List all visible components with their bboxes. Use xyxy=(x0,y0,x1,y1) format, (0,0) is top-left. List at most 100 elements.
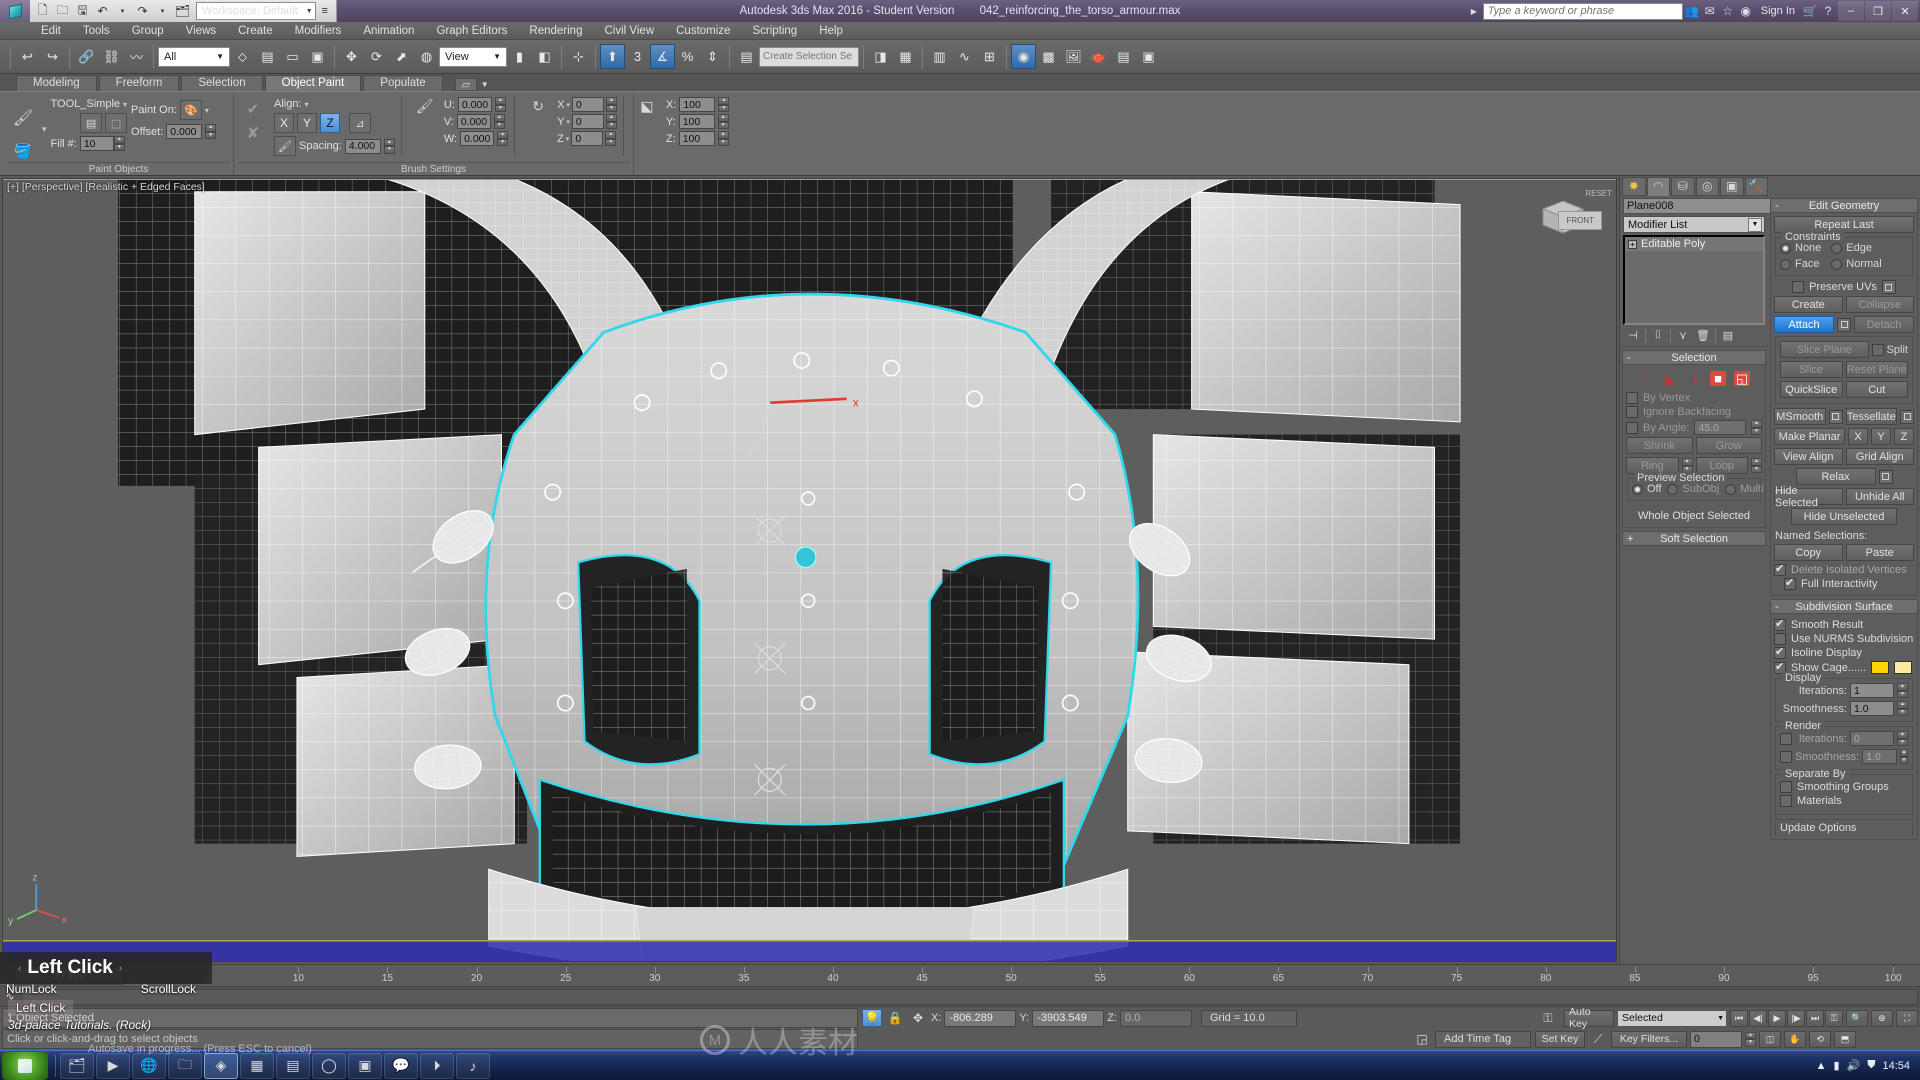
scatter-w-spinner[interactable]: ▲ ▼ xyxy=(497,131,509,146)
view-cube-front-face[interactable]: FRONT xyxy=(1558,211,1602,230)
constraint-none-radio-row[interactable]: None xyxy=(1780,242,1821,254)
isoline-display-checkbox[interactable] xyxy=(1774,645,1786,659)
communication-center-icon[interactable]: ✉ xyxy=(1701,2,1719,20)
percent-snap-toggle-button[interactable]: % xyxy=(675,44,700,69)
remove-modifier-icon[interactable]: 🗑 xyxy=(1693,327,1713,344)
by-angle-row[interactable]: By Angle: 45.0 ▲ ▼ xyxy=(1626,420,1762,435)
application-menu-button[interactable] xyxy=(0,0,30,22)
preview-multi-radio[interactable] xyxy=(1725,483,1737,495)
key-filters-button[interactable]: Key Filters... xyxy=(1611,1030,1687,1048)
menu-item-views[interactable]: Views xyxy=(175,22,227,40)
bind-to-space-warp-button[interactable]: 〰 xyxy=(124,44,149,69)
attach-button[interactable]: Attach xyxy=(1774,316,1834,333)
materials-checkbox[interactable] xyxy=(1780,795,1792,807)
scale-z-spinner[interactable]: ▲ ▼ xyxy=(717,131,729,146)
smooth-result-row[interactable]: Smooth Result xyxy=(1774,617,1914,631)
cut-button[interactable]: Cut xyxy=(1845,381,1908,398)
by-angle-spinner[interactable]: ▲ ▼ xyxy=(1751,420,1762,435)
make-planar-y-button[interactable]: Y xyxy=(1871,428,1891,445)
fill-count-stepper[interactable]: 10 ▲ ▼ xyxy=(79,136,125,151)
pan-view-nav-button[interactable]: ✋ xyxy=(1784,1030,1806,1048)
ring-spinner[interactable]: ▲ ▼ xyxy=(1681,458,1693,473)
curve-editor-button[interactable]: ∿ xyxy=(952,44,977,69)
render-iterations-spinner[interactable]: ▲ ▼ xyxy=(1897,731,1908,746)
render-iterations-checkbox[interactable] xyxy=(1780,732,1792,745)
angle-snap-toggle-button[interactable]: ∡ xyxy=(650,44,675,69)
taskbar-player-icon[interactable]: ⏵ xyxy=(420,1052,454,1079)
menu-item-scripting[interactable]: Scripting xyxy=(741,22,808,40)
project-folder-icon[interactable]: 🗂 xyxy=(173,2,192,20)
msmooth-settings-button[interactable] xyxy=(1828,409,1843,424)
quickslice-button[interactable]: QuickSlice xyxy=(1780,381,1843,398)
chevron-down-icon[interactable]: ▾ xyxy=(566,118,570,126)
taskbar-browser-icon[interactable]: ◯ xyxy=(312,1052,346,1079)
by-angle-value[interactable]: 45.0 xyxy=(1694,420,1746,435)
menu-item-help[interactable]: Help xyxy=(808,22,854,40)
named-selection-set-input[interactable] xyxy=(759,46,859,67)
maximize-viewport-nav-button[interactable]: ⬒ xyxy=(1834,1030,1856,1048)
mirror-flyout-button[interactable]: ◨ xyxy=(868,44,893,69)
auto-key-button[interactable]: Auto Key xyxy=(1564,1006,1614,1030)
redo-icon[interactable]: ↷ xyxy=(133,2,152,20)
menu-item-tools[interactable]: Tools xyxy=(72,22,121,40)
chevron-down-icon[interactable]: ▾ xyxy=(205,106,209,115)
random-scale-icon[interactable]: ⬕ xyxy=(632,96,662,116)
split-checkbox[interactable] xyxy=(1871,343,1884,356)
smoothing-groups-checkbox[interactable] xyxy=(1780,781,1792,793)
zoom-nav-button[interactable]: 🔍 xyxy=(1846,1009,1868,1027)
taskbar-3dsmax-icon[interactable]: ◈ xyxy=(204,1052,238,1079)
preview-subobj-radio[interactable] xyxy=(1667,483,1679,495)
preview-subobj-radio-row[interactable]: SubObj xyxy=(1667,483,1719,495)
shrink-button[interactable]: Shrink xyxy=(1626,437,1693,454)
collapse-icon[interactable]: - xyxy=(1775,200,1779,212)
display-iterations-spinner[interactable]: ▲ ▼ xyxy=(1897,683,1908,698)
x-coordinate-value[interactable]: -806.289 xyxy=(944,1009,1017,1027)
collapse-icon[interactable]: - xyxy=(1775,601,1779,613)
grow-button[interactable]: Grow xyxy=(1695,437,1762,454)
taskbar-photoshop-icon[interactable]: ▦ xyxy=(240,1052,274,1079)
zoom-all-nav-button[interactable]: ⊕ xyxy=(1871,1009,1893,1027)
grid-align-button[interactable]: Grid Align xyxy=(1845,448,1914,465)
edit-object-list-icon[interactable]: ▤ xyxy=(80,113,103,133)
ribbon-minimize-button[interactable]: ▱ xyxy=(454,78,477,91)
create-button[interactable]: Create xyxy=(1774,296,1843,313)
adaptive-degradation-icon[interactable]: ◲ xyxy=(1412,1030,1432,1048)
menu-item-animation[interactable]: Animation xyxy=(352,22,425,40)
menu-item-rendering[interactable]: Rendering xyxy=(518,22,593,40)
rotation-z-spinner[interactable]: ▲ ▼ xyxy=(605,131,617,146)
select-and-link-button[interactable]: 🔗 xyxy=(74,44,99,69)
relax-settings-button[interactable] xyxy=(1878,469,1893,484)
selection-filter-dropdown[interactable]: All ▼ xyxy=(158,46,230,67)
use-center-flyout-button[interactable]: ▮ xyxy=(507,44,532,69)
collapse-button[interactable]: Collapse xyxy=(1845,296,1914,313)
hierarchy-tab[interactable]: ⛁ xyxy=(1671,176,1695,196)
tray-shield-icon[interactable]: ⛊ xyxy=(1867,1059,1875,1072)
open-icon[interactable]: 🗀 xyxy=(53,2,72,20)
modifier-stack-item-editable-poly[interactable]: + Editable Poly xyxy=(1625,237,1763,251)
scatter-v-value[interactable]: 0.000 xyxy=(456,114,491,129)
configure-modifier-sets-icon[interactable]: ▤ xyxy=(1718,327,1738,344)
full-interactivity-row[interactable]: Full Interactivity xyxy=(1774,576,1914,590)
scatter-u-value[interactable]: 0.000 xyxy=(457,97,492,112)
make-planar-x-button[interactable]: X xyxy=(1848,428,1868,445)
edit-geometry-rollout-header[interactable]: - Edit Geometry xyxy=(1770,198,1918,213)
menu-item-create[interactable]: Create xyxy=(227,22,284,40)
reset-plane-button[interactable]: Reset Plane xyxy=(1845,361,1908,378)
current-frame-spinner[interactable]: ▲ ▼ xyxy=(1745,1031,1756,1047)
reference-coordinate-system-dropdown[interactable]: View ▼ xyxy=(439,46,507,67)
copy-button[interactable]: Copy xyxy=(1774,544,1843,561)
render-production-button[interactable]: 🫖 xyxy=(1086,44,1111,69)
render-iterations-value[interactable]: 0 xyxy=(1850,731,1894,746)
preview-multi-radio-row[interactable]: Multi xyxy=(1725,483,1763,495)
spacing-icon[interactable]: 🖌 xyxy=(274,136,296,156)
zoom-extents-nav-button[interactable]: ⛶ xyxy=(1896,1009,1918,1027)
align-axis-y-button[interactable]: Y xyxy=(297,113,317,133)
set-key-mode-icon[interactable]: ⚿ xyxy=(1535,1009,1561,1027)
select-and-rotate-button[interactable]: ⟳ xyxy=(364,44,389,69)
render-smoothness-value[interactable]: 1.0 xyxy=(1862,749,1897,764)
set-key-button[interactable]: Set Key xyxy=(1535,1030,1585,1048)
motion-tab[interactable]: ◎ xyxy=(1695,176,1719,196)
select-and-place-button[interactable]: ◍ xyxy=(414,44,439,69)
scatter-v-spinner[interactable]: ▲ ▼ xyxy=(493,114,505,129)
preserve-uvs-settings-button[interactable] xyxy=(1881,280,1896,294)
